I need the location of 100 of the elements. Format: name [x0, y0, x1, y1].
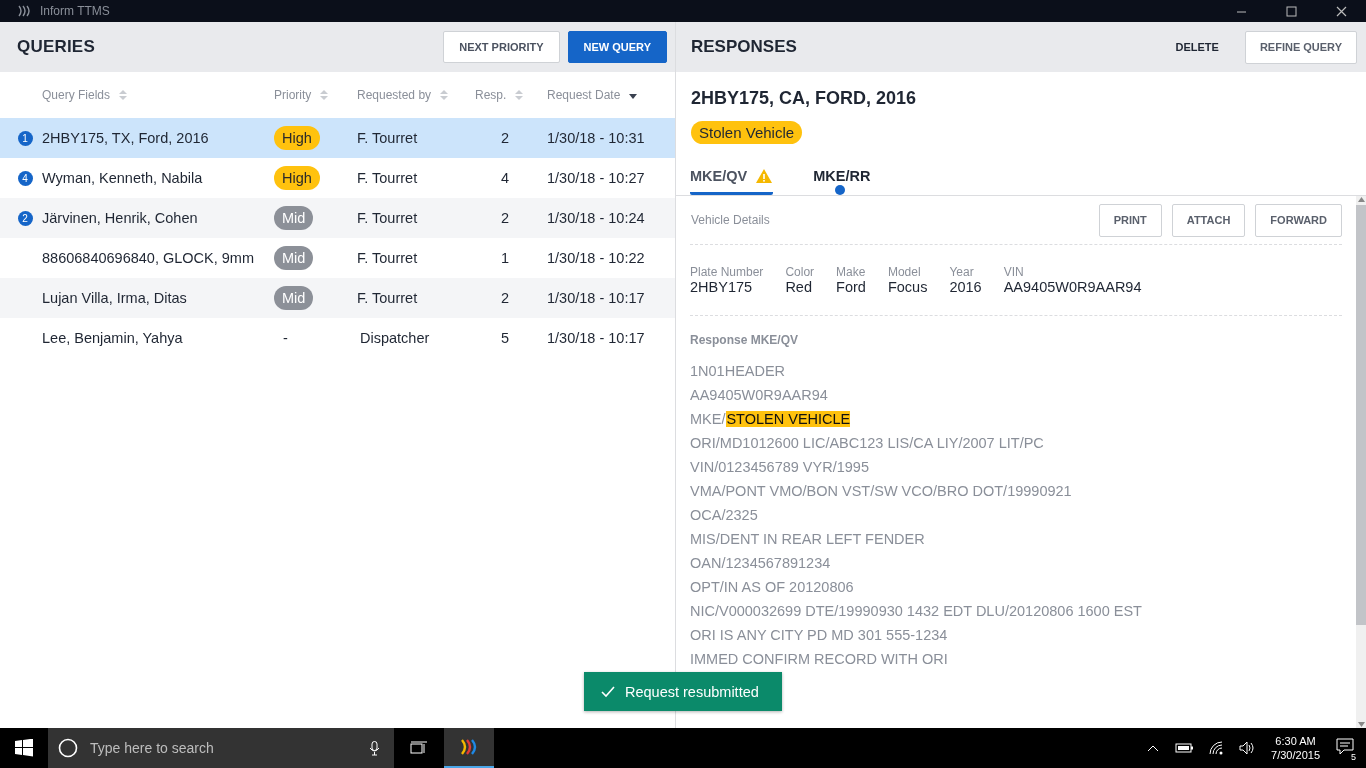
- table-cell-text: 5: [499, 330, 511, 346]
- next-priority-button[interactable]: NEXT PRIORITY: [443, 31, 560, 63]
- windows-start-icon: [15, 739, 33, 757]
- priority-badge: High: [274, 126, 320, 150]
- response-line: OAN/1234567891234: [690, 554, 832, 573]
- tab[interactable]: MKE/QV: [690, 162, 774, 195]
- table-cell-text: 4: [499, 170, 511, 186]
- panel-title: RESPONSES: [691, 37, 798, 57]
- table-cell-text: 1/30/18 - 10:17: [547, 330, 646, 346]
- field-value: 2016: [949, 279, 982, 295]
- table-cell-text: Dispatcher: [359, 330, 431, 346]
- table-cell-text: 1/30/18 - 10:27: [547, 170, 646, 186]
- response-line: ORI/MD1012600 LIC/ABC123 LIS/CA LIY/2007 LIT/PC: [690, 434, 1045, 453]
- scroll-up-icon: [1356, 196, 1366, 203]
- cortana-circle-icon: [58, 738, 78, 758]
- action-button[interactable]: PRINT: [1098, 203, 1162, 237]
- window-title: Inform TTMS: [40, 4, 110, 18]
- table-cell-text: 2: [499, 290, 511, 306]
- volume-icon: [1239, 741, 1256, 755]
- table-cell-text: F. Tourret: [357, 290, 419, 306]
- table-cell-text: 2: [499, 210, 511, 226]
- response-line: ORI IS ANY CITY PD MD 301 555-1234: [690, 626, 949, 645]
- table-cell-text: 2HBY175, TX, Ford, 2016: [42, 130, 210, 146]
- table-cell-text: F. Tourret: [357, 250, 419, 266]
- table-cell-text: 1/30/18 - 10:31: [547, 130, 646, 146]
- check-icon: [601, 685, 615, 698]
- task-view-icon: [410, 741, 428, 755]
- clock-date: 7/30/2015: [1271, 748, 1320, 762]
- new-query-button[interactable]: NEW QUERY: [567, 31, 667, 63]
- response-line: IMMED CONFIRM RECORD WITH ORI: [690, 650, 949, 669]
- action-button[interactable]: ATTACH: [1171, 203, 1246, 237]
- notification-count: 5: [1348, 751, 1359, 763]
- response-line: VIN/0123456789 VYR/1995: [690, 458, 870, 477]
- response-line: VMA/PONT VMO/BON VST/SW VCO/BRO DOT/19990921: [690, 482, 1073, 501]
- response-heading: 2HBY175, CA, FORD, 2016: [691, 88, 918, 109]
- response-line: MIS/DENT IN REAR LEFT FENDER: [690, 530, 926, 549]
- table-cell-text: Lee, Benjamin, Yahya: [42, 330, 184, 346]
- clock-time: 6:30 AM: [1275, 734, 1316, 748]
- response-line: AA9405W0R9AAR94: [690, 386, 829, 405]
- table-row[interactable]: 1 2HBY175, TX, Ford, 2016 High F. Tourret 2 1/30/18 - 10:31: [0, 118, 675, 158]
- table-cell-text: Järvinen, Henrik, Cohen: [42, 210, 199, 226]
- status-tag: Stolen Vehicle: [691, 121, 803, 144]
- message-icon: [1336, 737, 1354, 755]
- chevron-up-icon: [1147, 743, 1160, 753]
- table-cell-text: 1/30/18 - 10:24: [547, 210, 646, 226]
- table-row[interactable]: Lujan Villa, Irma, Ditas Mid F. Tourret 2 1/30/18 - 10:17: [0, 278, 675, 318]
- field-value: Red: [785, 279, 813, 295]
- close-icon: [1335, 5, 1347, 17]
- table-cell-text: -: [282, 330, 289, 346]
- table-row[interactable]: 2 Järvinen, Henrik, Cohen Mid F. Tourret 2 1/30/18 - 10:24: [0, 198, 675, 238]
- field-label: Plate Number: [690, 265, 764, 279]
- priority-badge: Mid: [274, 246, 314, 270]
- search-bar[interactable]: Type here to search: [48, 728, 394, 768]
- table-cell-text: 88606840696840, GLOCK, 9mm: [42, 250, 255, 266]
- priority-badge: Mid: [274, 206, 314, 230]
- maximize-icon: [1285, 5, 1297, 17]
- wifi-icon: [1209, 741, 1224, 755]
- priority-badge: Mid: [274, 286, 314, 310]
- response-line: MKE/STOLEN VEHICLE: [690, 410, 852, 429]
- notification-button[interactable]: 5: [1336, 737, 1354, 759]
- field-label: Model: [887, 265, 922, 279]
- scrollbar-thumb[interactable]: [1356, 205, 1366, 625]
- app-logo-icon: [459, 737, 479, 757]
- search-field[interactable]: Type here to search: [88, 739, 359, 757]
- battery-icon: [1175, 742, 1194, 754]
- field-value: 2HBY175: [690, 279, 754, 295]
- section-title: Vehicle Details: [690, 213, 771, 227]
- table-cell-text: Lujan Villa, Irma, Ditas: [42, 290, 188, 306]
- section-title: Response MKE/QV: [690, 333, 800, 347]
- table-cell-text: 1/30/18 - 10:17: [547, 290, 646, 306]
- table-cell-text: 2: [499, 130, 511, 146]
- response-line: OCA/2325: [690, 506, 759, 525]
- priority-badge: High: [274, 166, 320, 190]
- tab[interactable]: MKE/RR: [813, 162, 871, 195]
- app-logo-icon: [16, 4, 32, 18]
- field-value: Ford: [836, 279, 866, 295]
- table-cell-text: 1: [499, 250, 511, 266]
- table-cell-text: 1/30/18 - 10:22: [547, 250, 646, 266]
- table-cell-text: F. Tourret: [357, 210, 419, 226]
- count-badge: 4: [17, 170, 33, 186]
- action-button[interactable]: FORWARD: [1255, 203, 1342, 237]
- field-value: AA9405W0R9AAR94: [1003, 279, 1142, 295]
- app-taskbar-button[interactable]: [444, 728, 494, 768]
- toast-message: Request resubmitted: [625, 683, 759, 700]
- count-badge: 1: [17, 130, 33, 146]
- response-line: OPT/IN AS OF 20120806: [690, 578, 855, 597]
- refine-query-button[interactable]: REFINE QUERY: [1244, 30, 1357, 64]
- response-line: 1N01HEADER: [690, 362, 787, 381]
- delete-button[interactable]: DELETE: [1161, 30, 1233, 64]
- table-cell-text: Wyman, Kenneth, Nabila: [42, 170, 204, 186]
- field-label: Year: [949, 265, 975, 279]
- table-cell-text: F. Tourret: [357, 130, 419, 146]
- count-badge: 2: [17, 210, 33, 226]
- field-label: Color: [785, 265, 815, 279]
- response-line: NIC/V000032699 DTE/19990930 1432 EDT DLU/20120806 1600 EST: [690, 602, 1143, 621]
- field-label: Make: [836, 265, 866, 279]
- microphone-icon: [369, 740, 380, 756]
- field-label: VIN: [1003, 265, 1025, 279]
- panel-title: QUERIES: [17, 37, 96, 57]
- field-value: Focus: [887, 279, 928, 295]
